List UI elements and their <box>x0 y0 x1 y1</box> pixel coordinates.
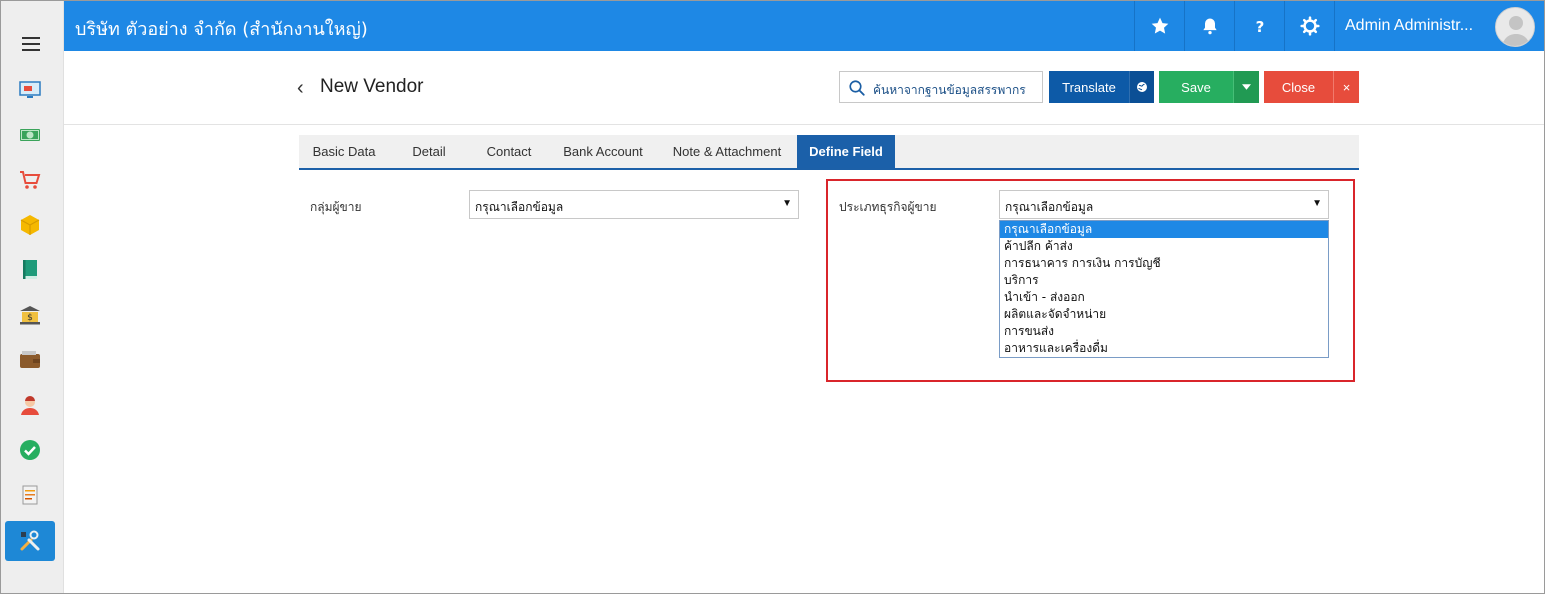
top-bar: บริษัท ตัวอย่าง จำกัด (สำนักงานใหญ่) ? A… <box>64 1 1544 51</box>
wallet-icon <box>20 351 40 368</box>
tab-bar: Basic Data Detail Contact Bank Account N… <box>299 135 1359 170</box>
check-icon <box>20 440 40 460</box>
dropdown-option[interactable]: บริการ <box>1000 272 1328 289</box>
bell-icon <box>1202 18 1217 35</box>
avatar[interactable] <box>1495 7 1535 47</box>
svg-text:?: ? <box>1255 18 1264 36</box>
help-button[interactable]: ? <box>1234 1 1284 51</box>
sidebar-item-approval[interactable] <box>5 430 55 470</box>
business-type-label: ประเภทธุรกิจผู้ขาย <box>839 200 937 214</box>
sidebar-item-inventory[interactable] <box>5 205 55 245</box>
monitor-icon <box>19 81 41 98</box>
vendor-group-value: กรุณาเลือกข้อมูล <box>475 200 564 214</box>
page-title: New Vendor <box>320 76 424 97</box>
vendor-group-select[interactable]: กรุณาเลือกข้อมูล ▼ <box>469 190 799 219</box>
tab-note-attachment[interactable]: Note & Attachment <box>657 135 797 168</box>
business-type-select[interactable]: กรุณาเลือกข้อมูล ▼ <box>999 190 1329 219</box>
sidebar-item-hr[interactable] <box>5 385 55 425</box>
user-name: Admin Administr... <box>1345 17 1474 34</box>
star-icon <box>1151 17 1168 34</box>
dropdown-option[interactable]: นำเข้า - ส่งออก <box>1000 289 1328 306</box>
tools-icon <box>20 530 40 551</box>
tab-detail[interactable]: Detail <box>389 135 469 168</box>
translate-button[interactable]: Translate <box>1049 71 1129 103</box>
sidebar-item-bank[interactable]: $ <box>5 295 55 335</box>
dropdown-option[interactable]: อาหารและเครื่องดื่ม <box>1000 340 1328 357</box>
sidebar-item-finance[interactable] <box>5 115 55 155</box>
question-icon: ? <box>1255 18 1264 36</box>
user-menu[interactable]: Admin Administr... <box>1334 1 1544 51</box>
sidebar-item-wallet[interactable] <box>5 340 55 380</box>
dropdown-option[interactable]: ค้าปลีก ค้าส่ง <box>1000 238 1328 255</box>
gear-icon <box>1299 16 1320 36</box>
vendor-group-label: กลุ่มผู้ขาย <box>310 200 362 214</box>
caret-down-icon <box>1242 84 1251 90</box>
svg-text:$: $ <box>27 313 33 323</box>
caret-down-icon: ▼ <box>1312 198 1322 209</box>
tab-define-field[interactable]: Define Field <box>797 135 895 168</box>
translate-globe-button[interactable] <box>1129 71 1154 103</box>
person-icon <box>21 396 39 415</box>
close-button[interactable]: Close <box>1264 71 1333 103</box>
box-icon <box>20 215 40 235</box>
dropdown-option[interactable]: การขนส่ง <box>1000 323 1328 340</box>
sidebar-item-settings[interactable] <box>5 521 55 561</box>
company-name[interactable]: บริษัท ตัวอย่าง จำกัด (สำนักงานใหญ่) <box>75 14 368 43</box>
search-icon <box>849 80 865 96</box>
revenue-dept-search[interactable]: ค้นหาจากฐานข้อมูลสรรพากร <box>839 71 1043 103</box>
document-icon <box>22 485 38 505</box>
favorites-button[interactable] <box>1134 1 1184 51</box>
business-type-value: กรุณาเลือกข้อมูล <box>1005 200 1094 214</box>
save-dropdown-button[interactable] <box>1233 71 1259 103</box>
tab-basic-data[interactable]: Basic Data <box>299 135 389 168</box>
notifications-button[interactable] <box>1184 1 1234 51</box>
business-type-dropdown[interactable]: กรุณาเลือกข้อมูล ค้าปลีก ค้าส่ง การธนาคา… <box>999 220 1329 358</box>
tab-bank-account[interactable]: Bank Account <box>549 135 657 168</box>
dropdown-option[interactable]: ผลิตและจัดจำหน่าย <box>1000 306 1328 323</box>
sidebar-item-dashboard[interactable] <box>5 70 55 110</box>
save-button[interactable]: Save <box>1159 71 1233 103</box>
tab-contact[interactable]: Contact <box>469 135 549 168</box>
dropdown-option[interactable]: การธนาคาร การเงิน การบัญชี <box>1000 255 1328 272</box>
sidebar-item-report[interactable] <box>5 475 55 515</box>
settings-button[interactable] <box>1284 1 1334 51</box>
divider <box>64 124 1544 125</box>
globe-icon <box>1137 82 1147 92</box>
sidebar-item-sales[interactable] <box>5 160 55 200</box>
search-placeholder: ค้นหาจากฐานข้อมูลสรรพากร <box>873 83 1026 97</box>
back-icon[interactable]: ‹ <box>297 77 304 100</box>
sidebar: $ <box>1 1 64 593</box>
book-icon <box>23 260 37 279</box>
dropdown-option[interactable]: กรุณาเลือกข้อมูล <box>1000 221 1328 238</box>
money-icon <box>20 129 40 141</box>
bank-icon: $ <box>20 306 40 325</box>
sidebar-item-accounting[interactable] <box>5 250 55 290</box>
close-x-button[interactable]: × <box>1333 71 1359 103</box>
cart-icon <box>20 171 41 189</box>
caret-down-icon: ▼ <box>782 198 792 209</box>
menu-icon[interactable] <box>22 37 40 51</box>
